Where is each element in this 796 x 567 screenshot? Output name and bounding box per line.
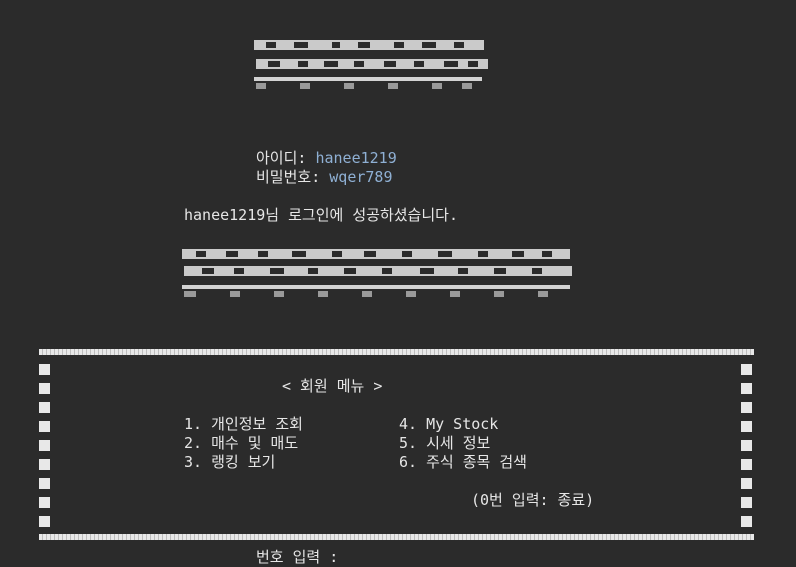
exit-hint: (0번 입력: 종료) bbox=[471, 491, 595, 509]
id-label: 아이디: bbox=[256, 149, 307, 167]
password-label: 비밀번호: bbox=[256, 168, 321, 186]
menu-box-bottom-border bbox=[39, 534, 754, 540]
ascii-banner-top bbox=[254, 39, 488, 91]
login-success-message: hanee1219님 로그인에 성공하셨습니다. bbox=[184, 206, 458, 224]
menu-box-top-border bbox=[39, 349, 754, 355]
id-value: hanee1219 bbox=[315, 149, 397, 167]
menu-item-my-stock[interactable]: 4. My Stock bbox=[399, 415, 498, 433]
password-line: 비밀번호: wqer789 bbox=[256, 168, 392, 186]
id-line: 아이디: hanee1219 bbox=[256, 149, 397, 167]
menu-item-ranking[interactable]: 3. 랭킹 보기 bbox=[184, 453, 275, 471]
number-input-prompt[interactable]: 번호 입력 : bbox=[256, 548, 338, 566]
menu-item-personal-info[interactable]: 1. 개인정보 조회 bbox=[184, 415, 303, 433]
ascii-banner-welcome bbox=[182, 249, 574, 299]
menu-title: < 회원 메뉴 > bbox=[282, 377, 383, 395]
menu-item-market-price[interactable]: 5. 시세 정보 bbox=[399, 434, 490, 452]
menu-item-stock-search[interactable]: 6. 주식 종목 검색 bbox=[399, 453, 527, 471]
password-value: wqer789 bbox=[329, 168, 393, 186]
menu-item-buy-sell[interactable]: 2. 매수 및 매도 bbox=[184, 434, 298, 452]
